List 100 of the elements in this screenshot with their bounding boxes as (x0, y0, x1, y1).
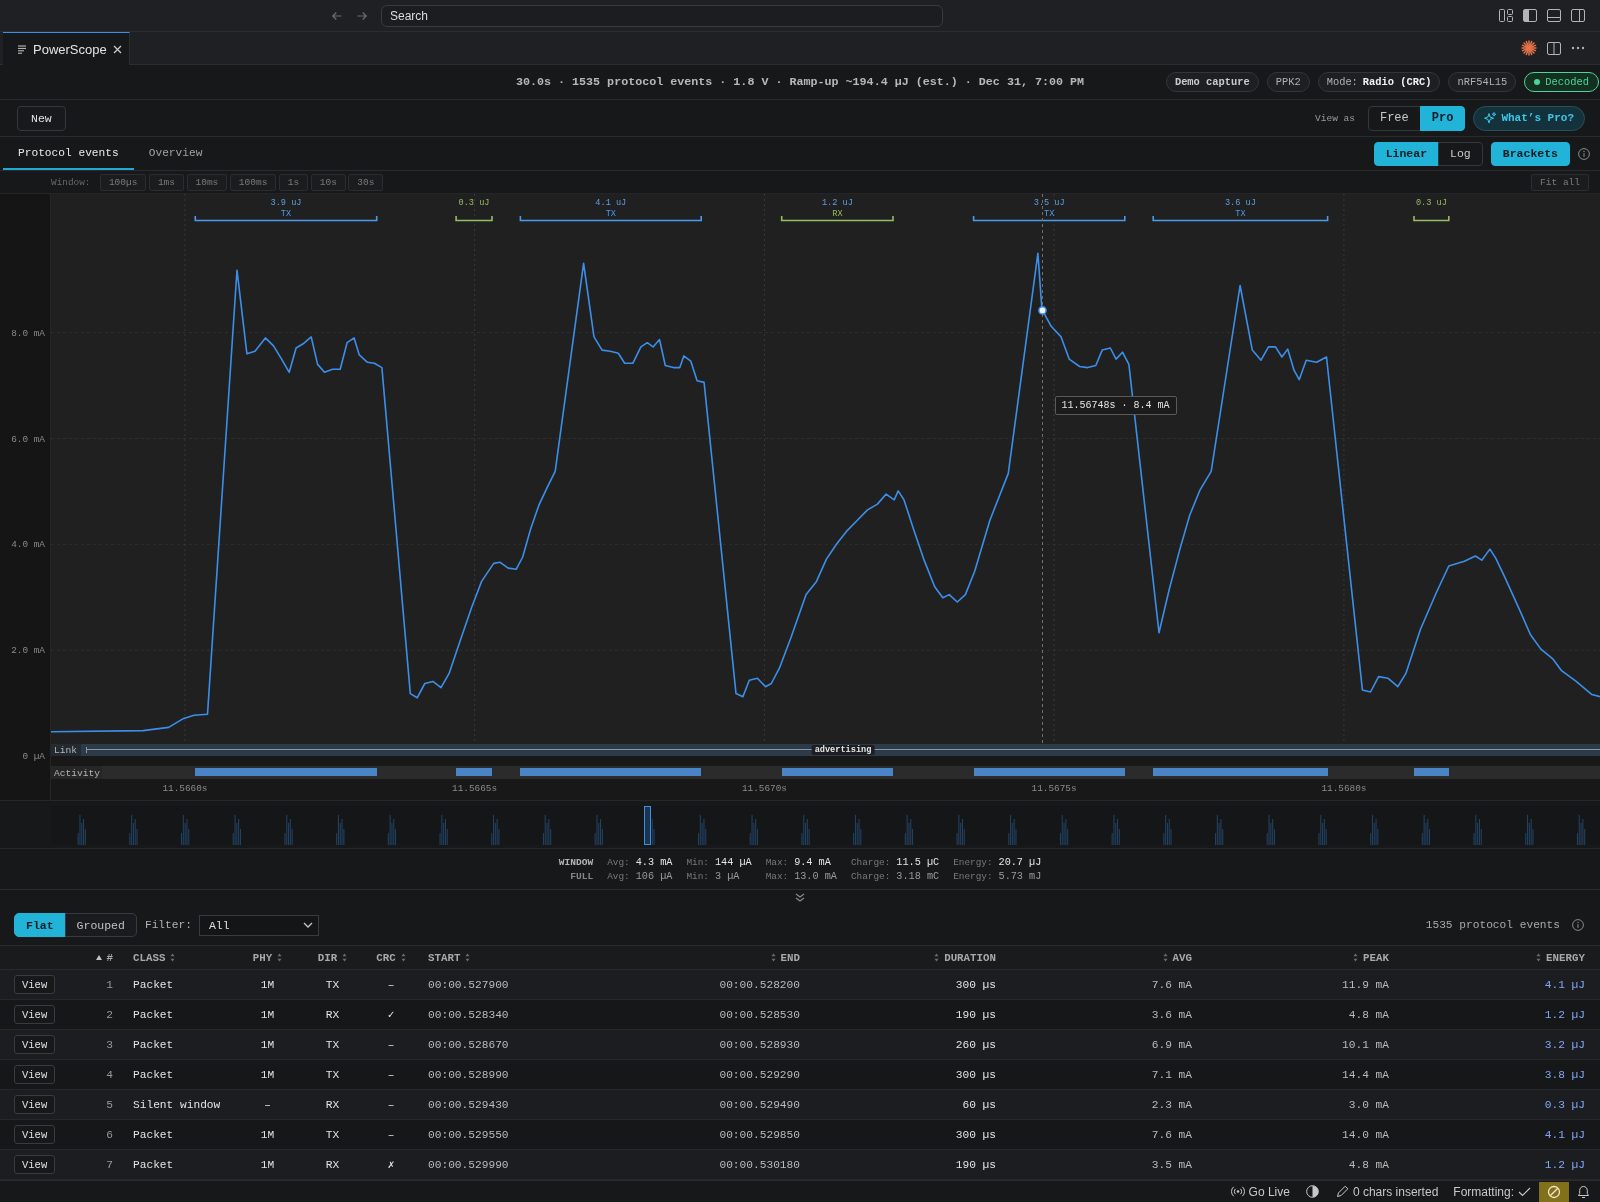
list-mode-toggle[interactable]: Grouped (64, 913, 137, 937)
right-panel-icon[interactable] (1571, 9, 1585, 22)
column-header[interactable]: CRC (376, 951, 406, 964)
table-cell: – (387, 1128, 395, 1141)
filter-dropdown[interactable]: All (198, 914, 319, 936)
list-mode-toggle[interactable]: Flat (14, 913, 66, 937)
window-preset-button[interactable]: 100µs (99, 173, 147, 191)
bracket-type-label: TX (605, 209, 616, 219)
column-header[interactable]: DURATION (934, 951, 996, 964)
fit-all-button[interactable]: Fit all (1531, 173, 1589, 191)
column-header[interactable]: PHY (252, 951, 283, 964)
link-state-label: advertising (811, 745, 875, 755)
stat-name: Max: (765, 856, 789, 868)
stat-value: 13.0 mA (794, 870, 837, 882)
table-cell: 00:00.528340 (428, 1008, 509, 1021)
layout-grid-icon[interactable] (1499, 9, 1513, 22)
close-icon[interactable] (112, 44, 122, 54)
editor-tab[interactable]: PowerScope (3, 32, 130, 65)
back-arrow-icon[interactable] (331, 9, 343, 22)
scale-toggle[interactable]: Log (1438, 141, 1483, 166)
view-button[interactable]: View (14, 1065, 56, 1084)
new-button[interactable]: New (17, 105, 66, 131)
scale-toggle[interactable]: Linear (1373, 141, 1440, 166)
broadcast-icon (1230, 1186, 1245, 1197)
table-cell: 1.2 µJ (1544, 1158, 1585, 1171)
table-cell: 1M (260, 1068, 275, 1081)
bracket-energy-label: 1.2 uJ (821, 198, 853, 208)
stat-name: Min: (686, 870, 709, 882)
view-button[interactable]: View (14, 1035, 56, 1054)
column-header[interactable]: PEAK (1353, 951, 1389, 964)
window-preset-button[interactable]: 1s (278, 173, 309, 191)
view-button[interactable]: View (14, 1005, 56, 1024)
bottom-panel-icon[interactable] (1547, 9, 1561, 22)
forward-arrow-icon[interactable] (356, 9, 368, 22)
table-cell: 0.3 µJ (1544, 1098, 1585, 1111)
formatting-status[interactable]: Formatting: (1453, 1184, 1531, 1199)
window-preset-button[interactable]: 10s (310, 173, 346, 191)
plan-toggle[interactable]: Pro (1419, 105, 1466, 131)
window-preset-button[interactable]: 100ms (229, 173, 277, 191)
brackets-toggle[interactable]: Brackets (1490, 141, 1570, 166)
info-icon[interactable] (1578, 147, 1590, 160)
plan-toggle[interactable]: Free (1367, 105, 1421, 131)
table-cell: 3.5 mA (1151, 1158, 1192, 1171)
go-live-button[interactable]: Go Live (1230, 1184, 1290, 1199)
table-cell: 4.8 mA (1348, 1158, 1389, 1171)
left-panel-icon[interactable] (1523, 9, 1537, 22)
stat-name: Max: (765, 870, 789, 882)
table-cell: 300 µs (955, 1128, 996, 1141)
table-cell: 14.4 mA (1342, 1068, 1389, 1081)
double-chevron-down-icon[interactable] (795, 893, 805, 902)
column-header[interactable]: ENERGY (1536, 951, 1585, 964)
whats-pro-button[interactable]: What’s Pro? (1473, 105, 1585, 131)
info-tag: Mode: Radio (CRC) (1317, 72, 1441, 92)
contrast-icon[interactable] (1305, 1185, 1319, 1198)
window-preset-button[interactable]: 30s (348, 173, 384, 191)
table-cell: 1M (260, 978, 275, 991)
column-header[interactable]: AVG (1162, 951, 1192, 964)
table-cell: ✗ (387, 1158, 395, 1171)
stat-name: Energy: (953, 870, 993, 882)
table-cell: 11.9 mA (1342, 978, 1389, 991)
view-button[interactable]: View (14, 975, 56, 994)
check-icon (1518, 1186, 1531, 1197)
y-axis-label: 0 µA (22, 750, 45, 762)
lines-icon (18, 44, 27, 54)
window-preset-button[interactable]: 1ms (148, 173, 184, 191)
table-cell: 00:00.530180 (719, 1158, 800, 1171)
bracket-type-label: TX (280, 209, 292, 219)
search-field[interactable]: Search (381, 4, 943, 27)
stat-name: Avg: (607, 870, 630, 882)
chars-inserted-status[interactable]: 0 chars inserted (1335, 1184, 1439, 1199)
columns-icon[interactable] (1547, 41, 1561, 55)
info-tag: PPK2 (1266, 72, 1310, 92)
table-cell: 00:00.528530 (719, 1008, 800, 1021)
info-icon[interactable] (1572, 919, 1584, 931)
table-cell: 300 µs (955, 978, 996, 991)
window-preset-button[interactable]: 10ms (186, 173, 228, 191)
stat-value: 4.3 mA (635, 856, 673, 868)
view-tab[interactable]: Protocol events (3, 137, 134, 170)
window-label: Window: (51, 176, 91, 188)
column-header[interactable]: END (770, 951, 800, 964)
asterisk-icon[interactable] (1521, 40, 1537, 56)
column-header[interactable]: START (428, 951, 471, 964)
column-header[interactable]: # (95, 951, 113, 964)
column-header[interactable]: DIR (317, 951, 348, 964)
column-header[interactable]: CLASS (133, 951, 176, 964)
table-cell: 4.1 µJ (1544, 978, 1585, 991)
more-icon[interactable] (1571, 46, 1585, 50)
bell-icon[interactable] (1577, 1184, 1590, 1199)
view-tab[interactable]: Overview (133, 137, 218, 170)
view-button[interactable]: View (14, 1125, 56, 1144)
table-cell: 00:00.527900 (428, 978, 509, 991)
table-cell: 00:00.528670 (428, 1038, 509, 1051)
y-axis-label: 2.0 mA (11, 644, 45, 656)
table-cell: 4.1 µJ (1544, 1128, 1585, 1141)
view-button[interactable]: View (14, 1155, 56, 1174)
table-cell: 2 (106, 1008, 113, 1021)
view-button[interactable]: View (14, 1095, 56, 1114)
table-cell: 00:00.529550 (428, 1128, 509, 1141)
table-cell: 4.8 mA (1348, 1008, 1389, 1021)
stat-name: Avg: (607, 856, 630, 868)
